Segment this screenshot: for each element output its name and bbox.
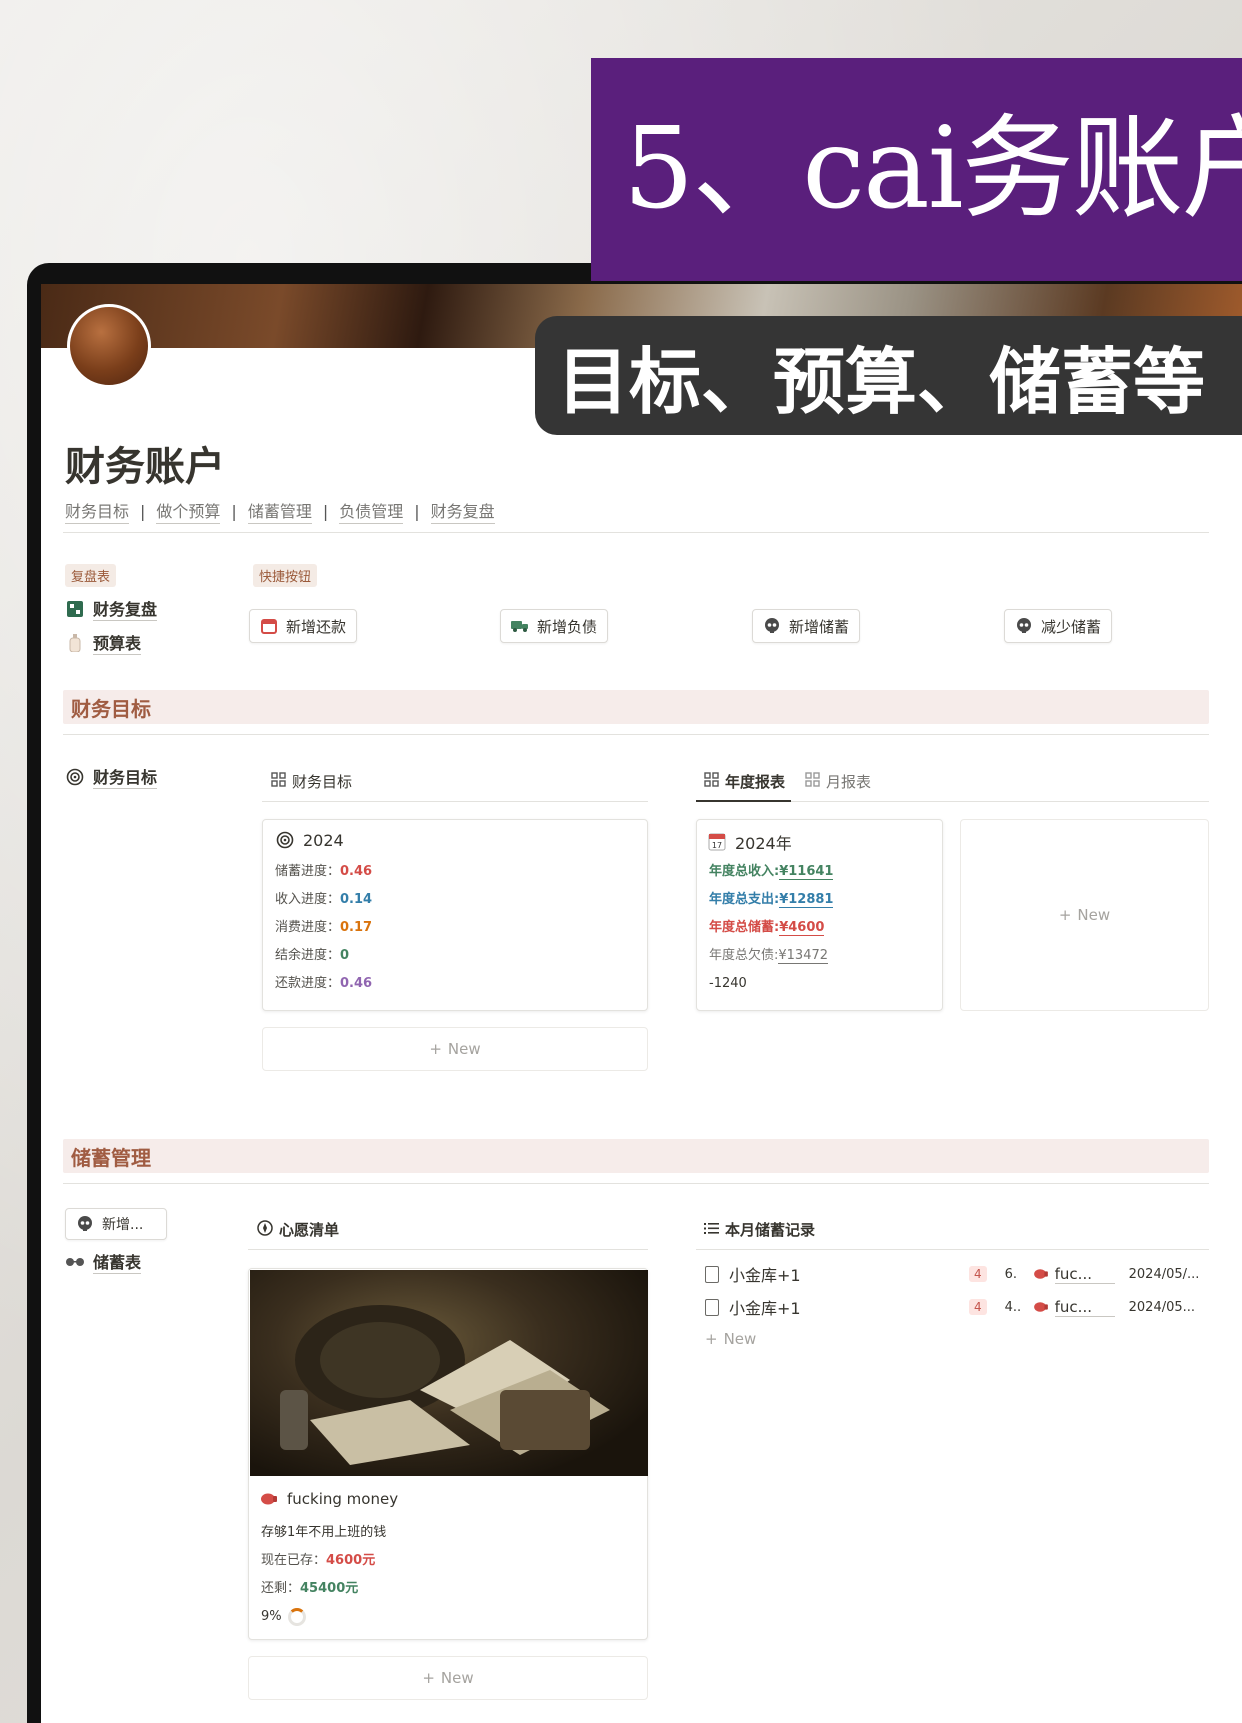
divider xyxy=(63,532,1209,533)
target-icon xyxy=(65,767,85,787)
breadcrumb-financial-goals[interactable]: 财务目标 xyxy=(65,498,130,524)
page-icon[interactable] xyxy=(67,304,151,388)
tab-wishlist[interactable]: 心愿清单 xyxy=(257,1219,339,1240)
glasses-icon xyxy=(65,1252,85,1272)
target-icon xyxy=(275,830,295,850)
quick-tag: 快捷按钮 xyxy=(253,564,318,587)
plus-icon: + xyxy=(705,1330,718,1348)
breadcrumb-budget[interactable]: 做个预算 xyxy=(156,498,221,524)
wish-card[interactable]: fucking money 存够1年不用上班的钱 现在已存：4600元 还剩：4… xyxy=(248,1268,648,1640)
new-record-button[interactable]: + New xyxy=(705,1330,756,1348)
plus-icon: + xyxy=(1058,906,1072,924)
section-header-goals: 财务目标 xyxy=(63,690,1209,724)
goal-card-props: 储蓄进度：0.46 收入进度：0.14 消费进度：0.17 结余进度：0 还款进… xyxy=(275,858,372,998)
svg-text:17: 17 xyxy=(712,841,722,850)
new-wish-button[interactable]: + New xyxy=(248,1656,648,1700)
skull-icon xyxy=(76,1215,94,1233)
goal-card[interactable]: 2024 储蓄进度：0.46 收入进度：0.14 消费进度：0.17 结余进度：… xyxy=(262,819,648,1011)
plus-icon: + xyxy=(422,1669,435,1687)
boxing-glove-icon xyxy=(259,1489,279,1509)
compass-icon xyxy=(257,1219,273,1240)
wish-progress: 9% xyxy=(261,1603,386,1631)
truck-icon xyxy=(511,617,529,635)
new-goal-button[interactable]: + New xyxy=(262,1027,648,1071)
grid-icon xyxy=(65,599,85,619)
annual-savings: 年度总储蓄:¥4600 xyxy=(709,920,825,936)
progress-ring xyxy=(287,1607,306,1626)
link-financial-goals[interactable]: 财务目标 xyxy=(65,764,158,789)
skull-icon xyxy=(1015,617,1033,635)
page-title: 财务账户 xyxy=(65,444,225,490)
annual-debt: 年度总欠债:¥13472 xyxy=(709,948,829,964)
annual-report-card[interactable]: 17 2024年 年度总收入:¥11641 年度总支出:¥12881 年度总储蓄… xyxy=(696,819,943,1011)
gallery-icon xyxy=(704,772,719,791)
boxing-glove-icon xyxy=(1031,1264,1051,1284)
breadcrumb-review[interactable]: 财务复盘 xyxy=(430,498,495,524)
wish-saved: 现在已存：4600元 xyxy=(261,1553,376,1568)
divider xyxy=(262,801,648,802)
report-card-title: 17 2024年 xyxy=(707,830,792,854)
annual-income: 年度总收入:¥11641 xyxy=(709,864,834,880)
link-savings-table[interactable]: 储蓄表 xyxy=(65,1249,142,1274)
income-progress: 收入进度：0.14 xyxy=(275,892,373,907)
wish-card-cover xyxy=(250,1270,648,1476)
new-report-button[interactable]: + New xyxy=(960,819,1209,1011)
active-tab-indicator xyxy=(696,800,791,802)
review-tag: 复盘表 xyxy=(65,564,117,587)
section-header-savings: 储蓄管理 xyxy=(63,1139,1209,1173)
list-item[interactable]: 小金库+1 4 6. fuc... 2024/05/... xyxy=(705,1258,1209,1290)
skull-icon xyxy=(763,617,781,635)
balance-progress: 结余进度：0 xyxy=(275,948,350,963)
breadcrumb-savings[interactable]: 储蓄管理 xyxy=(247,498,312,524)
tab-annual-report[interactable]: 年度报表 xyxy=(704,771,785,792)
divider xyxy=(63,1183,1209,1184)
spending-progress: 消费进度：0.17 xyxy=(275,920,373,935)
divider xyxy=(63,734,1209,735)
tab-monthly-report[interactable]: 月报表 xyxy=(805,771,871,792)
headline-banner: 5、cai务账户 xyxy=(591,58,1242,281)
wish-remaining: 还剩：45400元 xyxy=(261,1581,359,1596)
tab-financial-goals[interactable]: 财务目标 xyxy=(271,771,352,792)
annual-balance: -1240 xyxy=(709,976,747,991)
divider xyxy=(696,1249,1209,1250)
link-budget-table[interactable]: 预算表 xyxy=(65,630,142,655)
reduce-savings-button[interactable]: 减少储蓄 xyxy=(1004,609,1113,643)
add-savings-button[interactable]: 新增储蓄 xyxy=(752,609,861,643)
subheadline-banner: 目标、预算、储蓄等 xyxy=(535,316,1242,435)
breadcrumb-debt[interactable]: 负债管理 xyxy=(339,498,404,524)
add-repayment-button[interactable]: 新增还款 xyxy=(249,609,358,643)
wish-card-title: fucking money xyxy=(259,1489,398,1509)
wish-description: 存够1年不用上班的钱 xyxy=(261,1525,387,1540)
calendar-icon xyxy=(260,617,278,635)
link-financial-review[interactable]: 财务复盘 xyxy=(65,596,158,621)
breadcrumb: 财务目标 | 做个预算 | 储蓄管理 | 负债管理 | 财务复盘 xyxy=(65,498,495,524)
plus-icon: + xyxy=(429,1040,442,1058)
page-icon xyxy=(705,1265,719,1283)
savings-progress: 储蓄进度：0.46 xyxy=(275,864,373,879)
wish-card-props: 存够1年不用上班的钱 现在已存：4600元 还剩：45400元 9% xyxy=(261,1519,386,1631)
goal-card-title: 2024 xyxy=(275,830,344,850)
list-item[interactable]: 小金库+1 4 4.. fuc... 2024/05... xyxy=(705,1291,1209,1323)
report-card-props: 年度总收入:¥11641 年度总支出:¥12881 年度总储蓄:¥4600 年度… xyxy=(709,858,834,998)
repayment-progress: 还款进度：0.46 xyxy=(275,976,373,991)
calendar-icon: 17 xyxy=(707,832,727,852)
boxing-glove-icon xyxy=(1031,1297,1051,1317)
gallery-icon xyxy=(805,772,820,791)
add-savings-shortcut[interactable]: 新增... xyxy=(65,1208,167,1240)
divider xyxy=(248,1249,648,1250)
add-debt-button[interactable]: 新增负债 xyxy=(500,609,609,643)
annual-expense: 年度总支出:¥12881 xyxy=(709,892,834,908)
notion-page: 财务账户 财务目标 | 做个预算 | 储蓄管理 | 负债管理 | 财务复盘 复盘… xyxy=(41,284,1242,1723)
page-icon xyxy=(705,1298,719,1316)
list-icon xyxy=(704,1221,719,1239)
gallery-icon xyxy=(271,772,286,791)
tab-monthly-records[interactable]: 本月储蓄记录 xyxy=(704,1219,815,1240)
bottle-icon xyxy=(65,633,85,653)
